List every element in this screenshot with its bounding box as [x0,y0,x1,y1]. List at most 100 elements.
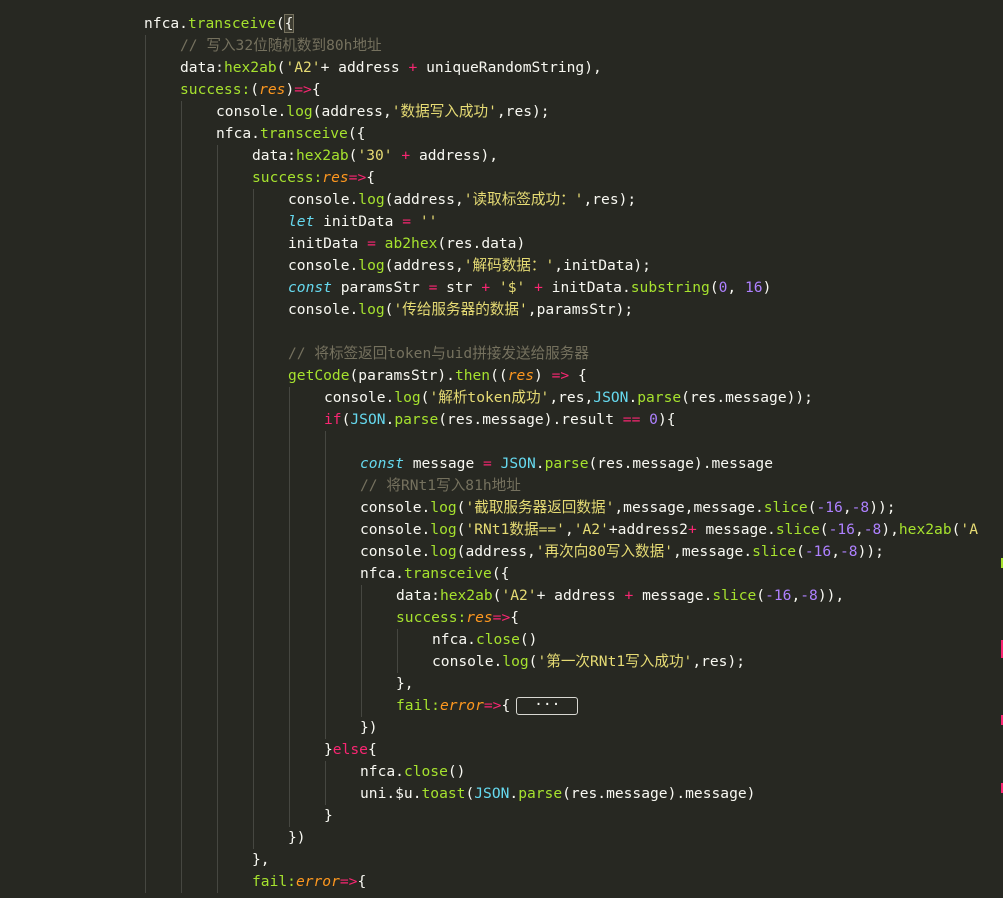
code-line[interactable]: nfca.transceive({ [0,13,1003,35]
indent-guide [253,321,254,343]
code-line[interactable]: console.log('解析token成功',res,JSON.parse(r… [0,387,1003,409]
fold-collapsed-button[interactable]: ··· [516,697,579,715]
code-line[interactable]: console.log(address,'解码数据：',initData); [0,255,1003,277]
code-line[interactable]: }) [0,717,1003,739]
code-line[interactable] [0,431,1003,453]
code-editor[interactable]: nfca.transceive({// 写入32位随机数到80h地址 data:h… [0,0,1003,898]
code-area[interactable]: nfca.transceive({// 写入32位随机数到80h地址 data:h… [0,13,1003,893]
code-token: log [430,521,457,538]
code-token: res [466,609,493,626]
minimap-strip[interactable] [994,0,1003,898]
code-line[interactable]: if(JSON.parse(res.message).result == 0){ [0,409,1003,431]
indent-guide [253,827,254,849]
code-line[interactable]: data:hex2ab('A2'+ address + uniqueRandom… [0,57,1003,79]
code-token: } [324,807,333,824]
code-line[interactable]: nfca.transceive({ [0,123,1003,145]
indent-guide [217,475,218,497]
code-token: -8 [863,521,882,538]
indent-guide [181,277,182,299]
code-line[interactable]: data:hex2ab('30' + address), [0,145,1003,167]
code-token: message. [633,587,713,604]
code-line[interactable]: nfca.transceive({ [0,563,1003,585]
code-line[interactable]: // 写入32位随机数到80h地址 [0,35,1003,57]
indent-guide [289,519,290,541]
code-token: = [367,235,376,252]
code-line[interactable]: console.log(address,'数据写入成功',res); [0,101,1003,123]
code-line[interactable] [0,321,1003,343]
code-token: => [483,697,502,714]
code-token: => [348,169,367,186]
code-line[interactable]: console.log('第一次RNt1写入成功',res); [0,651,1003,673]
indent-guide [289,431,290,453]
indent-guide [253,343,254,365]
code-token: ,res, [549,389,594,406]
code-text: let initData = '' [288,211,437,233]
code-line[interactable]: nfca.close() [0,761,1003,783]
code-token: parse [518,785,563,802]
code-line[interactable]: }, [0,849,1003,871]
indent-guide [145,233,146,255]
code-text: console.log(address,'读取标签成功：',res); [288,189,636,211]
code-text: }, [252,849,270,871]
code-token: (( [490,367,508,384]
code-line[interactable]: // 将标签返回token与uid拼接发送给服务器 [0,343,1003,365]
indent-guide [145,35,146,57]
code-line[interactable]: success:(res)=>{ [0,79,1003,101]
code-line[interactable]: }) [0,827,1003,849]
code-line[interactable]: }, [0,673,1003,695]
indent-guide [253,717,254,739]
code-token: , [854,521,864,538]
code-line[interactable]: console.log(address,'读取标签成功：',res); [0,189,1003,211]
code-token: ( [709,279,719,296]
indent-guide [289,475,290,497]
indent-guide [217,651,218,673]
indent-guide [181,123,182,145]
code-line[interactable]: console.log('截取服务器返回数据',message,message.… [0,497,1003,519]
indent-guide [145,607,146,629]
indent-guide [217,783,218,805]
code-token: (res.message)); [681,389,813,406]
code-text: // 写入32位随机数到80h地址 [180,35,382,57]
code-token: }, [396,675,414,692]
code-line[interactable]: console.log('传给服务器的数据',paramsStr); [0,299,1003,321]
code-line[interactable]: let initData = '' [0,211,1003,233]
code-line[interactable]: uni.$u.toast(JSON.parse(res.message).mes… [0,783,1003,805]
code-line[interactable]: fail:error=>{··· [0,695,1003,717]
code-token: + [401,147,411,164]
indent-guide [145,431,146,453]
code-line[interactable]: data:hex2ab ('A2'+ address + message.slic… [0,585,1003,607]
code-line[interactable]: nfca.close() [0,629,1003,651]
code-text: const message = JSON.parse(res.message).… [360,453,773,475]
indent-guide [289,453,290,475]
code-line[interactable]: console.log(address,'再次向80写入数据',message.… [0,541,1003,563]
indent-guide [217,387,218,409]
code-token: { [366,169,376,186]
code-token: success: [180,81,251,98]
code-line[interactable]: const paramsStr = str + '$' + initData.s… [0,277,1003,299]
code-token: == [622,411,641,428]
code-token: console. [216,103,287,120]
code-line[interactable]: console.log('RNt1数据==','A2'+address2+ me… [0,519,1003,541]
code-line[interactable]: success:res=>{ [0,607,1003,629]
indent-guide [253,431,254,453]
indent-guide [181,673,182,695]
code-token: + address [320,59,409,76]
code-token: hex2ab [439,587,493,604]
code-line[interactable]: // 将RNt1写入81h地址 [0,475,1003,497]
code-token: JSON [500,455,536,472]
code-line[interactable]: }else{ [0,739,1003,761]
indent-guide [289,607,290,629]
code-token: '数据写入成功' [391,103,497,120]
code-token: (address, [456,543,536,560]
code-text: console.log('传给服务器的数据',paramsStr); [288,299,633,321]
code-token: (address, [384,191,464,208]
code-line[interactable]: initData = ab2hex(res.data) [0,233,1003,255]
code-token: res [322,169,349,186]
code-line[interactable]: getCode(paramsStr).then((res) => { [0,365,1003,387]
code-line[interactable]: success:res=>{ [0,167,1003,189]
code-line[interactable]: fail:error=>{ [0,871,1003,893]
indent-guide [253,805,254,827]
code-line[interactable]: const message = JSON.parse(res.message).… [0,453,1003,475]
code-text: }, [396,673,414,695]
code-line[interactable]: } [0,805,1003,827]
